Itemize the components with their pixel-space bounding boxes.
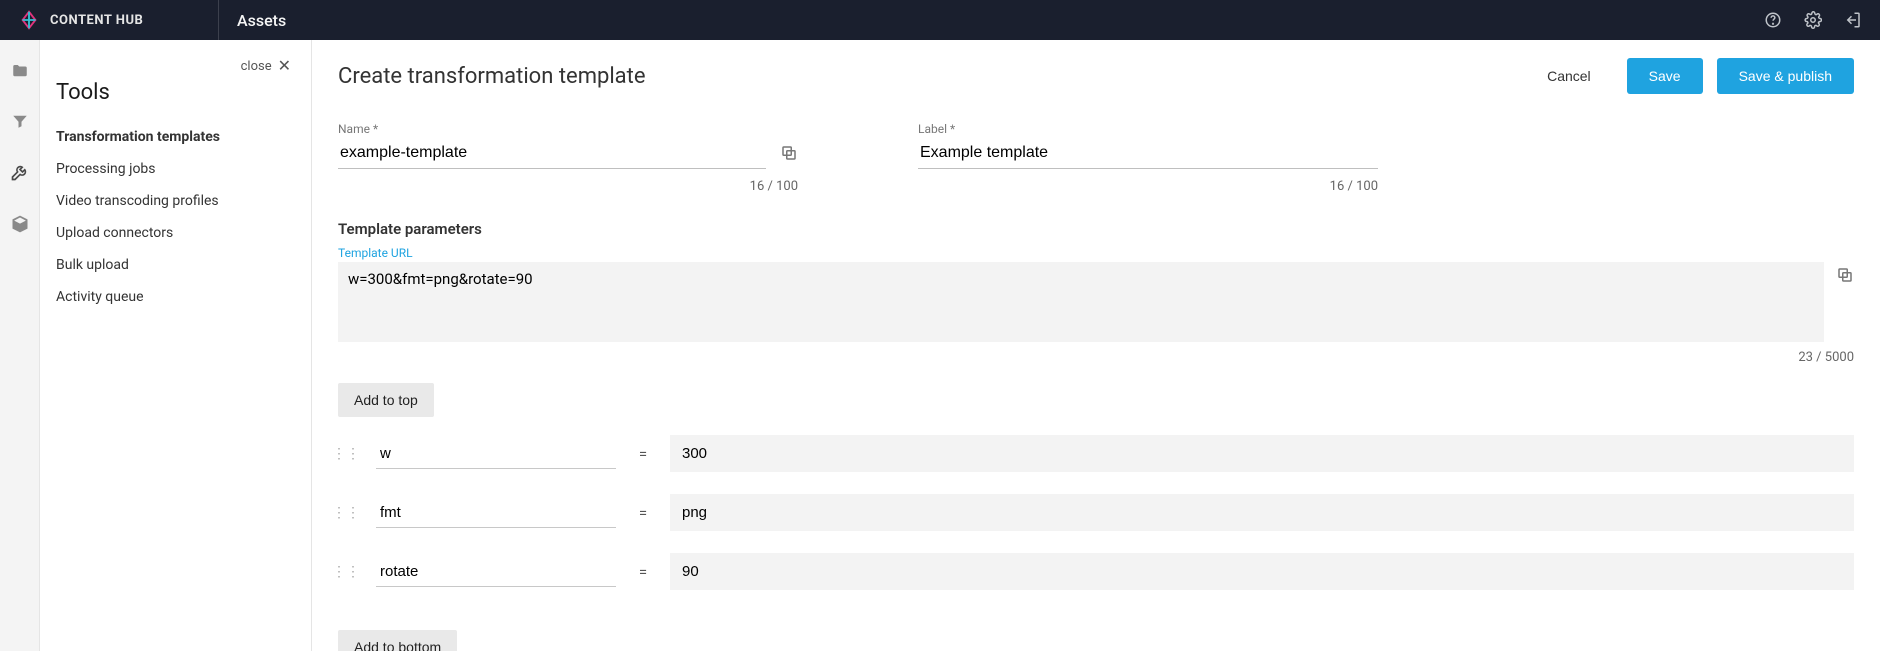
- equals-sign: =: [638, 504, 648, 522]
- save-button[interactable]: Save: [1627, 58, 1703, 94]
- close-icon: ✕: [278, 58, 291, 74]
- param-value-input[interactable]: [670, 494, 1854, 531]
- app-logo[interactable]: CONTENT HUB: [18, 9, 218, 31]
- close-sidebar[interactable]: close ✕: [56, 56, 291, 76]
- template-url-counter: 23 / 5000: [338, 350, 1854, 365]
- param-value-input[interactable]: [670, 553, 1854, 590]
- name-input[interactable]: [338, 140, 766, 169]
- main-header: Create transformation template Cancel Sa…: [338, 58, 1854, 94]
- drag-handle-icon[interactable]: ⋮⋮: [338, 446, 354, 462]
- icon-rail: [0, 40, 40, 651]
- folder-icon[interactable]: [10, 62, 30, 84]
- sidebar-item-activity-queue[interactable]: Activity queue: [56, 281, 291, 313]
- sidebar-item-video-transcoding[interactable]: Video transcoding profiles: [56, 185, 291, 217]
- label-label: Label *: [918, 122, 1378, 136]
- equals-sign: =: [638, 445, 648, 463]
- topbar-section: Assets: [219, 11, 1764, 30]
- logout-icon[interactable]: [1844, 11, 1862, 29]
- app-name: CONTENT HUB: [50, 13, 143, 28]
- param-row: ⋮⋮ =: [338, 553, 1854, 590]
- param-value-input[interactable]: [670, 435, 1854, 472]
- close-label: close: [241, 59, 272, 74]
- sidebar: close ✕ Tools Transformation templates P…: [40, 40, 312, 651]
- sidebar-item-transformation-templates[interactable]: Transformation templates: [56, 121, 291, 153]
- sidebar-item-upload-connectors[interactable]: Upload connectors: [56, 217, 291, 249]
- param-row: ⋮⋮ =: [338, 494, 1854, 531]
- add-to-bottom-button[interactable]: Add to bottom: [338, 630, 457, 651]
- param-key-input[interactable]: [376, 439, 616, 469]
- label-field-block: Label * 16 / 100: [918, 122, 1378, 194]
- page-title: Create transformation template: [338, 64, 1511, 89]
- copy-icon[interactable]: [780, 144, 798, 166]
- name-field-block: Name * 16 / 100: [338, 122, 798, 194]
- name-counter: 16 / 100: [338, 179, 798, 194]
- app-logo-icon: [18, 9, 40, 31]
- template-url-input[interactable]: [338, 262, 1824, 342]
- label-counter: 16 / 100: [918, 179, 1378, 194]
- template-url-label: Template URL: [338, 246, 1854, 260]
- sidebar-title: Tools: [56, 80, 291, 105]
- gear-icon[interactable]: [1804, 11, 1822, 29]
- param-row: ⋮⋮ =: [338, 435, 1854, 472]
- filter-icon[interactable]: [10, 112, 30, 134]
- sidebar-item-processing-jobs[interactable]: Processing jobs: [56, 153, 291, 185]
- name-label: Name *: [338, 122, 798, 136]
- param-key-input[interactable]: [376, 498, 616, 528]
- sidebar-item-bulk-upload[interactable]: Bulk upload: [56, 249, 291, 281]
- topbar-actions: [1764, 11, 1862, 29]
- equals-sign: =: [638, 563, 648, 581]
- cancel-button[interactable]: Cancel: [1525, 58, 1613, 94]
- save-publish-button[interactable]: Save & publish: [1717, 58, 1854, 94]
- param-key-input[interactable]: [376, 557, 616, 587]
- copy-icon[interactable]: [1836, 266, 1854, 288]
- label-input[interactable]: [918, 140, 1378, 169]
- drag-handle-icon[interactable]: ⋮⋮: [338, 505, 354, 521]
- package-icon[interactable]: [10, 214, 30, 238]
- add-to-top-button[interactable]: Add to top: [338, 383, 434, 417]
- drag-handle-icon[interactable]: ⋮⋮: [338, 564, 354, 580]
- parameters-section-title: Template parameters: [338, 220, 1854, 238]
- main: Create transformation template Cancel Sa…: [312, 40, 1880, 651]
- tools-icon[interactable]: [10, 162, 30, 186]
- topbar: CONTENT HUB Assets: [0, 0, 1880, 40]
- help-icon[interactable]: [1764, 11, 1782, 29]
